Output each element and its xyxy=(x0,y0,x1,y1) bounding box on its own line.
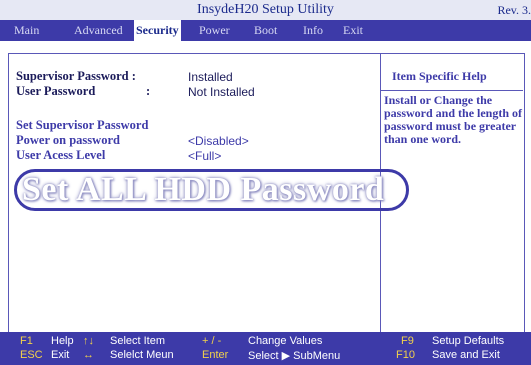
tab-main[interactable]: Main xyxy=(14,20,39,41)
app-title: InsydeH20 Setup Utility xyxy=(197,2,334,17)
supervisor-password-label: Supervisor Password : xyxy=(16,69,136,83)
f10-key: F10 xyxy=(396,349,415,361)
user-password-status: Not Installed xyxy=(188,85,255,99)
tab-exit[interactable]: Exit xyxy=(343,20,363,41)
title-bar: InsydeH20 Setup Utility Rev. 3.5 xyxy=(0,0,531,20)
menu-bar: Main Advanced Security Power Boot Info E… xyxy=(0,20,531,41)
user-access-level-value[interactable]: <Full> xyxy=(188,149,221,163)
select-item-desc: Select Item xyxy=(110,335,166,347)
hdd-password-caption: Set ALL HDD Password xyxy=(22,171,385,208)
user-access-level-label[interactable]: User Acess Level xyxy=(16,148,105,163)
select-menu-desc: Selelct Meun xyxy=(110,349,174,361)
plus-minus-key: + / - xyxy=(202,335,222,347)
setup-defaults-desc: Setup Defaults xyxy=(432,335,505,347)
key-legend-bar: F1 Help ↑↓ Select Item + / - Change Valu… xyxy=(0,332,531,365)
power-on-password-label[interactable]: Power on password xyxy=(16,133,120,148)
enter-key: Enter xyxy=(202,349,229,361)
f1-key: F1 xyxy=(20,335,33,347)
help-divider xyxy=(381,90,523,91)
f9-key: F9 xyxy=(401,335,414,347)
tab-security[interactable]: Security xyxy=(134,20,181,41)
set-supervisor-password-item[interactable]: Set Supervisor Password xyxy=(16,118,148,133)
esc-key: ESC xyxy=(20,349,43,361)
tab-power[interactable]: Power xyxy=(199,20,230,41)
tab-boot[interactable]: Boot xyxy=(254,20,277,41)
help-text: Install or Change the password and the l… xyxy=(384,93,523,146)
power-on-password-value[interactable]: <Disabled> xyxy=(188,134,249,148)
tab-advanced[interactable]: Advanced xyxy=(74,20,123,41)
help-key-desc: Help xyxy=(51,335,74,347)
select-submenu-desc: Select ▶ SubMenu xyxy=(248,350,341,362)
user-password-colon: : xyxy=(146,84,151,98)
change-values-desc: Change Values xyxy=(248,335,323,347)
supervisor-password-status: Installed xyxy=(188,70,233,84)
user-password-label: User Password xyxy=(16,84,96,98)
exit-key-desc: Exit xyxy=(51,349,70,361)
help-title: Item Specific Help xyxy=(392,69,487,83)
revision-label: Rev. 3.5 xyxy=(497,3,531,17)
up-down-arrows-icon: ↑↓ xyxy=(83,335,94,347)
left-right-arrows-icon: ↔ xyxy=(83,349,94,361)
save-and-exit-desc: Save and Exit xyxy=(432,349,500,361)
tab-info[interactable]: Info xyxy=(303,20,323,41)
